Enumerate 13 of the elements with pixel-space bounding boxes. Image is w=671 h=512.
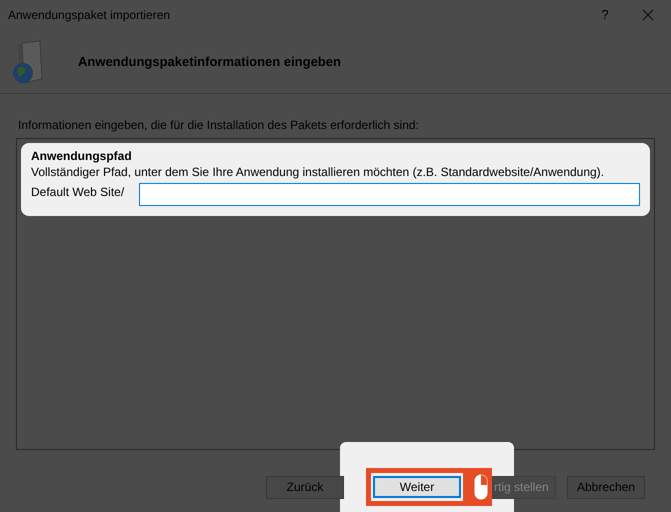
dialog-button[interactable]: Zurück xyxy=(266,476,344,498)
mouse-icon xyxy=(474,474,488,500)
parameter-description: Vollständiger Pfad, unter dem Sie Ihre Anwendung installieren möchten (z.B. Standardwebsite/Anwendung). xyxy=(31,164,606,180)
dialog-button[interactable]: Abbrechen xyxy=(567,476,645,498)
parameter-title: Anwendungspfad xyxy=(31,148,133,164)
next-button[interactable]: Weiter xyxy=(373,476,461,498)
close-icon xyxy=(642,9,654,21)
page-heading: Anwendungspaketinformationen eingeben xyxy=(78,52,341,71)
help-button[interactable]: ? xyxy=(585,5,625,25)
instruction-text: Informationen eingeben, die für die Installation des Pakets erforderlich sind: xyxy=(17,118,420,133)
window-title: Anwendungspaket importieren xyxy=(8,7,172,24)
path-input-field[interactable] xyxy=(139,183,640,206)
path-prefix: Default Web Site/ xyxy=(31,184,126,201)
